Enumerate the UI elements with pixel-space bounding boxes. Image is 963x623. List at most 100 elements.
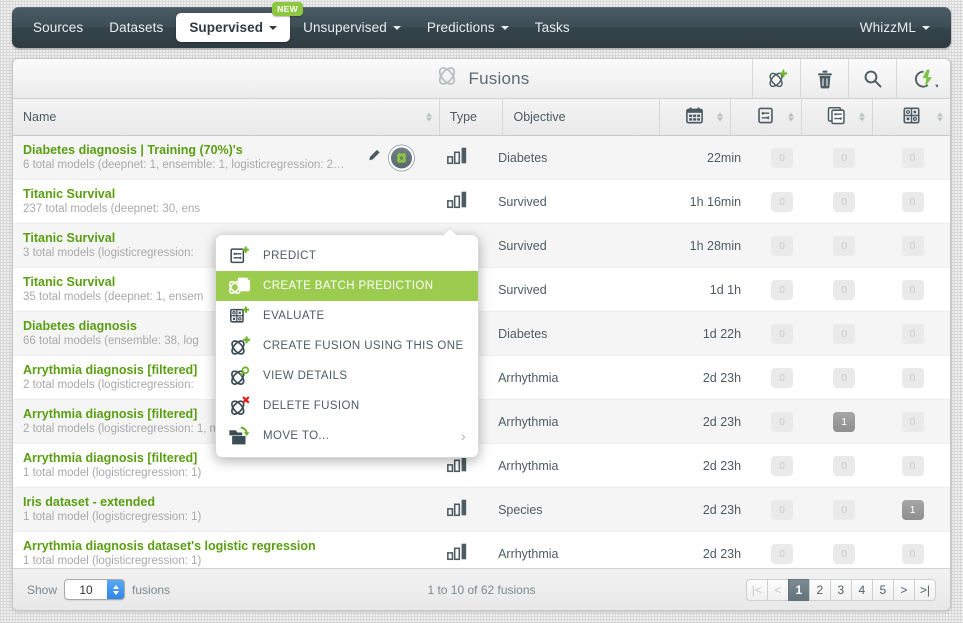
nav-item-sources[interactable]: Sources — [20, 13, 96, 42]
count-badge: 0 — [901, 147, 924, 168]
whizzml-script-icon[interactable] — [896, 59, 950, 98]
nav-item-label: Sources — [33, 20, 84, 35]
table-row[interactable]: Titanic Survival 237 total models (deepn… — [13, 180, 950, 224]
fusion-name-link[interactable]: Diabetes diagnosis — [23, 319, 137, 333]
menu-item-predict[interactable]: PREDICT — [216, 241, 478, 271]
chevron-down-icon — [392, 26, 401, 31]
nav-item-predictions[interactable]: Predictions — [414, 13, 522, 42]
column-header-evaluations[interactable] — [873, 99, 950, 135]
batch-prediction-icon — [827, 106, 847, 129]
menu-item-delete-fusion[interactable]: DELETE FUSION — [216, 391, 478, 421]
evaluation-icon — [902, 106, 921, 128]
row-type-cell — [426, 136, 488, 179]
fusion-name-link[interactable]: Titanic Survival — [23, 275, 115, 289]
table-row[interactable]: Diabetes diagnosis 66 total models (ense… — [13, 312, 950, 356]
row-predictions-count: 0 — [751, 444, 813, 487]
fusion-name-link[interactable]: Iris dataset - extended — [23, 495, 155, 509]
column-header-batch-predictions[interactable] — [802, 99, 874, 135]
table-row[interactable]: Diabetes diagnosis | Training (70%)'s 6 … — [13, 136, 950, 180]
sort-toggle-icon[interactable] — [859, 112, 866, 122]
fusion-name-link[interactable]: Titanic Survival — [23, 231, 115, 245]
nav-item-label: Unsupervised — [303, 20, 387, 35]
fusion-name-link[interactable]: Diabetes diagnosis | Training (70%)'s — [23, 143, 243, 157]
sort-toggle-icon[interactable] — [425, 112, 432, 122]
page-button-num-2[interactable]: 2 — [808, 578, 830, 601]
menu-item-view-details[interactable]: VIEW DETAILS — [216, 361, 478, 391]
page-size-stepper[interactable]: 10 — [64, 579, 126, 600]
create-fusion-icon[interactable] — [752, 59, 800, 98]
row-actions-button[interactable] — [389, 145, 415, 170]
row-age: 1h 28min — [689, 238, 742, 253]
context-menu-pointer — [442, 227, 458, 236]
nav-item-supervised[interactable]: Supervised NEW — [176, 2, 304, 42]
menu-item-move-to[interactable]: MOVE TO... › — [216, 421, 478, 451]
fusion-models-summary: 237 total models (deepnet: 30, ens — [23, 203, 201, 215]
row-objective: Diabetes — [498, 150, 548, 165]
sort-toggle-icon[interactable] — [716, 112, 723, 122]
menu-item-label: MOVE TO... — [263, 430, 330, 442]
page-button-next[interactable]: > — [892, 578, 914, 601]
fusion-models-summary: 66 total models (ensemble: 38, log — [23, 335, 199, 347]
chevron-down-icon — [922, 26, 930, 31]
nav-item-unsupervised[interactable]: Unsupervised — [290, 13, 414, 42]
fusion-name-link[interactable]: Arrythmia diagnosis [filtered] — [23, 451, 197, 465]
count-badge: 0 — [901, 543, 924, 564]
table-row[interactable]: Titanic Survival 3 total models (logisti… — [13, 224, 950, 268]
panel-titlebar: Fusions — [13, 59, 950, 99]
column-header-predictions[interactable] — [731, 99, 803, 135]
table-row[interactable]: Iris dataset - extended 1 total model (l… — [13, 488, 950, 532]
page-button-first: |< — [745, 578, 767, 601]
nav-item-tasks[interactable]: Tasks — [522, 13, 583, 42]
table-row[interactable]: Arrythmia diagnosis [filtered] 2 total m… — [13, 400, 950, 444]
page-button-last[interactable]: >| — [913, 578, 936, 601]
fusion-name-link[interactable]: Arrythmia diagnosis [filtered] — [23, 363, 197, 377]
menu-item-label: CREATE BATCH PREDICTION — [263, 280, 434, 292]
count-badge: 0 — [833, 499, 856, 520]
count-badge: 0 — [833, 279, 856, 300]
menu-item-create-fusion-using-this-one[interactable]: CREATE FUSION USING THIS ONE — [216, 331, 478, 361]
chevron-down-icon — [269, 26, 278, 31]
fusion-name-link[interactable]: Titanic Survival — [23, 187, 115, 201]
row-objective: Survived — [498, 238, 547, 253]
page-button-prev: < — [766, 578, 788, 601]
sort-toggle-icon[interactable] — [936, 112, 943, 122]
table-row[interactable]: Titanic Survival 35 total models (deepne… — [13, 268, 950, 312]
count-badge: 0 — [771, 411, 794, 432]
search-icon[interactable] — [848, 59, 896, 98]
page-size-value[interactable]: 10 — [65, 580, 107, 599]
table-row[interactable]: Arrythmia diagnosis [filtered] 2 total m… — [13, 356, 950, 400]
column-header-name[interactable]: Name — [13, 99, 440, 135]
row-evaluations-count: 0 — [875, 180, 950, 223]
pagination: |< <1 2 3 4 5 > >| — [745, 578, 936, 601]
column-label-objective: Objective — [513, 110, 566, 124]
fusion-models-summary: 6 total models (deepnet: 1, ensemble: 1,… — [23, 159, 345, 171]
table-row[interactable]: Arrythmia diagnosis [filtered] 1 total m… — [13, 444, 950, 488]
page-button-num-4[interactable]: 4 — [850, 578, 872, 601]
trash-icon[interactable] — [800, 59, 848, 98]
row-objective: Survived — [498, 282, 547, 297]
nav-item-whizzml[interactable]: WhizzML — [847, 13, 943, 42]
show-label: Show — [27, 582, 58, 597]
count-badge: 0 — [771, 543, 794, 564]
page-button-num-5[interactable]: 5 — [871, 578, 893, 601]
fusion-models-summary: 35 total models (deepnet: 1, ensem — [23, 291, 204, 303]
row-evaluations-count: 0 — [875, 224, 950, 267]
page-button-num-1[interactable]: 1 — [787, 578, 809, 601]
column-header-created[interactable] — [660, 99, 731, 135]
edit-pencil-icon[interactable] — [367, 148, 381, 167]
fusion-name-link[interactable]: Arrythmia diagnosis [filtered] — [23, 407, 197, 421]
menu-item-evaluate[interactable]: EVALUATE — [216, 301, 478, 331]
sort-toggle-icon[interactable] — [788, 112, 795, 122]
row-predictions-count: 0 — [751, 268, 813, 311]
row-type-cell — [426, 488, 488, 531]
nav-item-datasets[interactable]: Datasets — [96, 13, 176, 42]
fusion-name-link[interactable]: Arrythmia diagnosis dataset's logistic r… — [23, 539, 316, 553]
fusion-models-summary: 1 total model (logisticregression: 1) — [23, 511, 202, 523]
page-button-num-3[interactable]: 3 — [829, 578, 851, 601]
count-badge: 0 — [771, 455, 794, 476]
count-badge: 0 — [771, 235, 794, 256]
menu-item-create-batch-prediction[interactable]: CREATE BATCH PREDICTION — [216, 271, 478, 301]
stepper-arrows-icon[interactable] — [107, 580, 125, 599]
row-predictions-count: 0 — [751, 312, 813, 355]
move-to-folder-icon — [228, 425, 250, 447]
